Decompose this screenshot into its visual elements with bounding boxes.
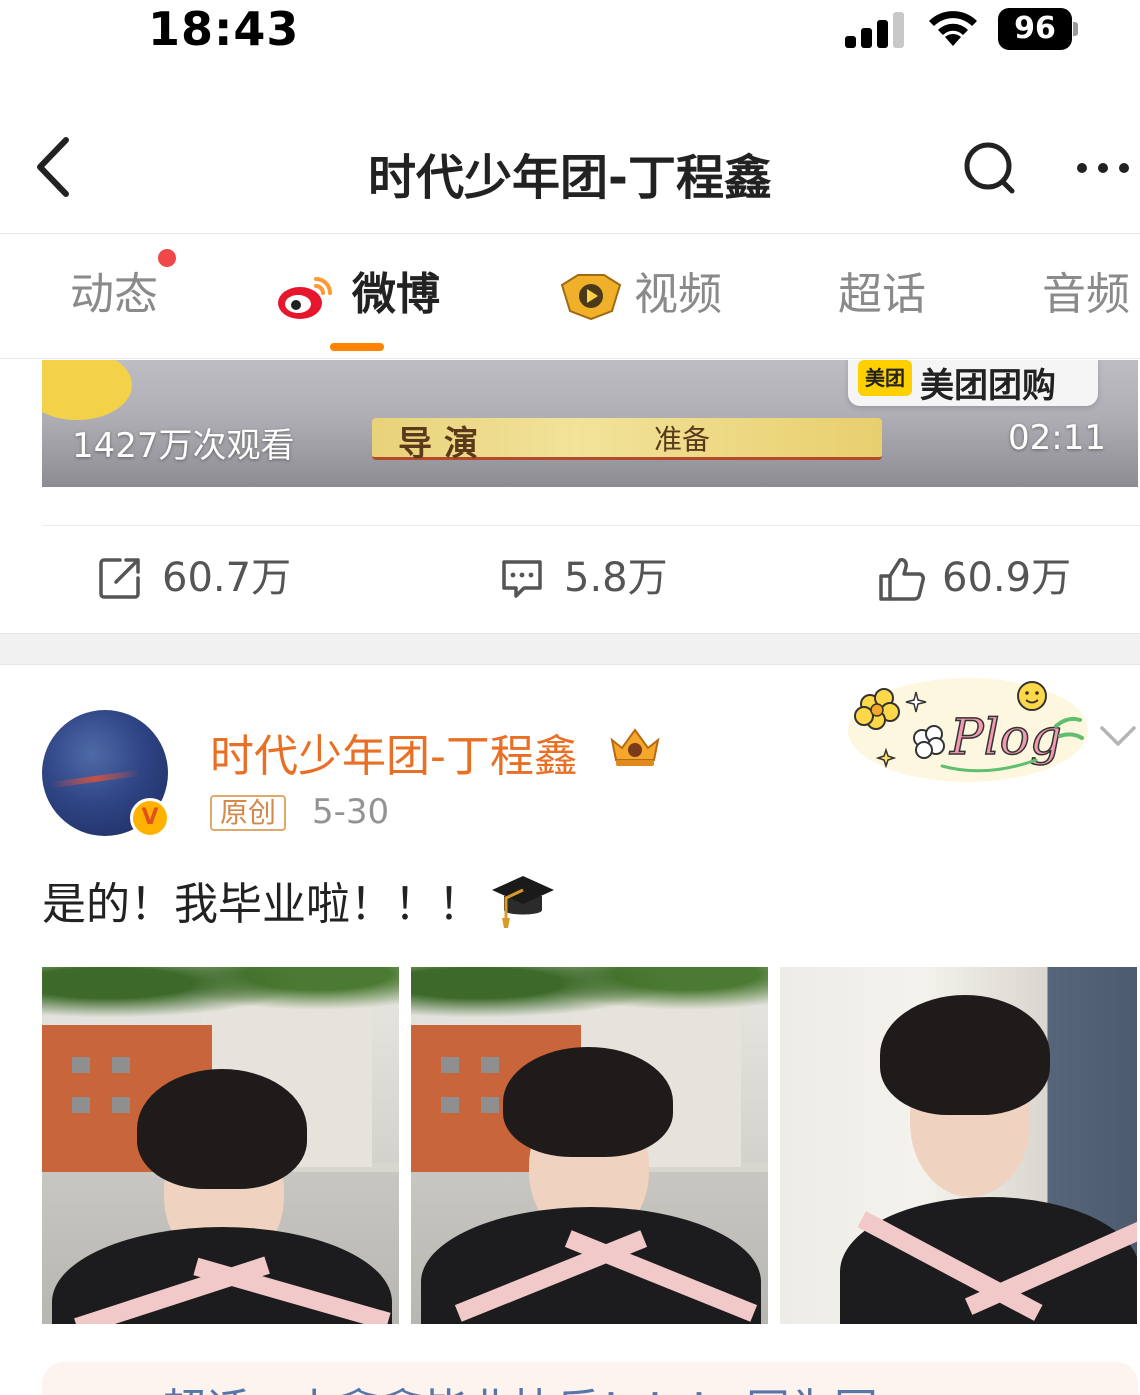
photo-window — [112, 1057, 130, 1073]
battery-indicator: 96 — [998, 8, 1078, 50]
photo-hair — [137, 1069, 307, 1189]
active-tab-indicator — [330, 343, 384, 351]
banner-left-text: 导演 — [398, 424, 490, 464]
photo-window — [72, 1097, 90, 1113]
nav-bar: 时代少年团-丁程鑫 — [0, 100, 1140, 234]
author-name[interactable]: 时代少年团-丁程鑫 — [210, 720, 578, 784]
video-duration: 02:11 — [1008, 418, 1106, 458]
search-icon[interactable] — [960, 138, 1020, 198]
battery-tip — [1073, 22, 1078, 36]
repost-button[interactable]: 60.7万 — [98, 548, 318, 608]
battery-level: 96 — [998, 8, 1072, 50]
status-bar: 18:43 96 — [0, 0, 1140, 64]
photo-window — [481, 1057, 499, 1073]
sticker-text: Plog — [949, 708, 1062, 766]
tab-supertopic-label: 超话 — [838, 269, 926, 320]
tab-supertopic[interactable]: 超话 — [838, 265, 926, 325]
photo-hair — [503, 1047, 673, 1157]
post-text: 是的！我毕业啦！！！ — [42, 879, 482, 930]
photo-window — [72, 1057, 90, 1073]
supertopic-card[interactable]: 超话 · 小鑫鑫毕业快乐！！！ 同为国 — [42, 1362, 1138, 1395]
video-caption-banner: 导演 准备 — [372, 418, 882, 464]
post-photo[interactable] — [42, 967, 399, 1324]
tab-video[interactable]: 视频 — [634, 265, 722, 325]
plog-sticker-icon: Plog — [848, 678, 1088, 782]
sponsor-logo: 美团 — [858, 360, 912, 396]
repost-count: 60.7万 — [162, 555, 292, 601]
verified-badge: V — [130, 798, 170, 838]
photo-window — [441, 1057, 459, 1073]
video-view-count: 1427万次观看 — [72, 426, 295, 466]
sponsor-badge: 美团 美团团购 — [848, 360, 1098, 406]
graduation-cap-icon — [492, 876, 554, 928]
weibo-logo-icon — [278, 277, 332, 319]
photo-window — [112, 1097, 130, 1113]
video-decoration — [42, 360, 132, 420]
status-time: 18:43 — [148, 2, 300, 56]
banner-mid-text: 准备 — [654, 423, 711, 456]
photo-window — [481, 1097, 499, 1113]
feed-separator — [0, 633, 1140, 665]
thumbs-up-icon — [879, 558, 925, 601]
photo-window — [441, 1097, 459, 1113]
tab-feed[interactable]: 动态 — [70, 265, 158, 325]
photo-leaves — [411, 967, 768, 1037]
sponsor-text: 美团团购 — [920, 366, 1056, 406]
avatar-detail — [50, 769, 140, 789]
notification-dot — [158, 249, 176, 267]
comment-button[interactable]: 5.8万 — [500, 548, 700, 608]
wifi-icon — [929, 11, 977, 46]
chevron-down-icon[interactable] — [1098, 720, 1138, 752]
post-photo[interactable] — [411, 967, 768, 1324]
comment-count: 5.8万 — [564, 555, 668, 601]
divider — [42, 525, 1140, 526]
tab-weibo-label: 微博 — [352, 269, 440, 320]
like-button[interactable]: 60.9万 — [878, 548, 1098, 608]
photo-leaves — [42, 967, 399, 1037]
tab-audio-label: 音频 — [1042, 269, 1130, 320]
comment-icon — [502, 560, 542, 598]
photo-hair — [880, 995, 1050, 1115]
cellular-signal-icon — [845, 12, 904, 48]
tab-video-label: 视频 — [634, 269, 722, 320]
like-count: 60.9万 — [942, 555, 1072, 601]
original-tag: 原创 — [210, 795, 287, 831]
tab-weibo[interactable]: 微博 — [352, 265, 440, 325]
video-tab-icon — [560, 274, 622, 321]
video-thumbnail[interactable]: 导演 准备 美团 美团团购 1427万次观看 02:11 — [42, 360, 1138, 487]
supertopic-text: 超话 · 小鑫鑫毕业快乐！！！ 同为国 — [162, 1374, 878, 1395]
tab-audio[interactable]: 音频 — [1042, 265, 1130, 325]
post-photo[interactable] — [780, 967, 1137, 1324]
crown-badge-icon — [610, 728, 660, 766]
post-date: 5-30 — [312, 792, 390, 832]
tab-feed-label: 动态 — [70, 269, 158, 320]
more-icon[interactable] — [1070, 148, 1134, 188]
repost-icon — [99, 558, 140, 599]
profile-tabs: 动态 微博 视频 超话 音频 — [0, 235, 1140, 359]
